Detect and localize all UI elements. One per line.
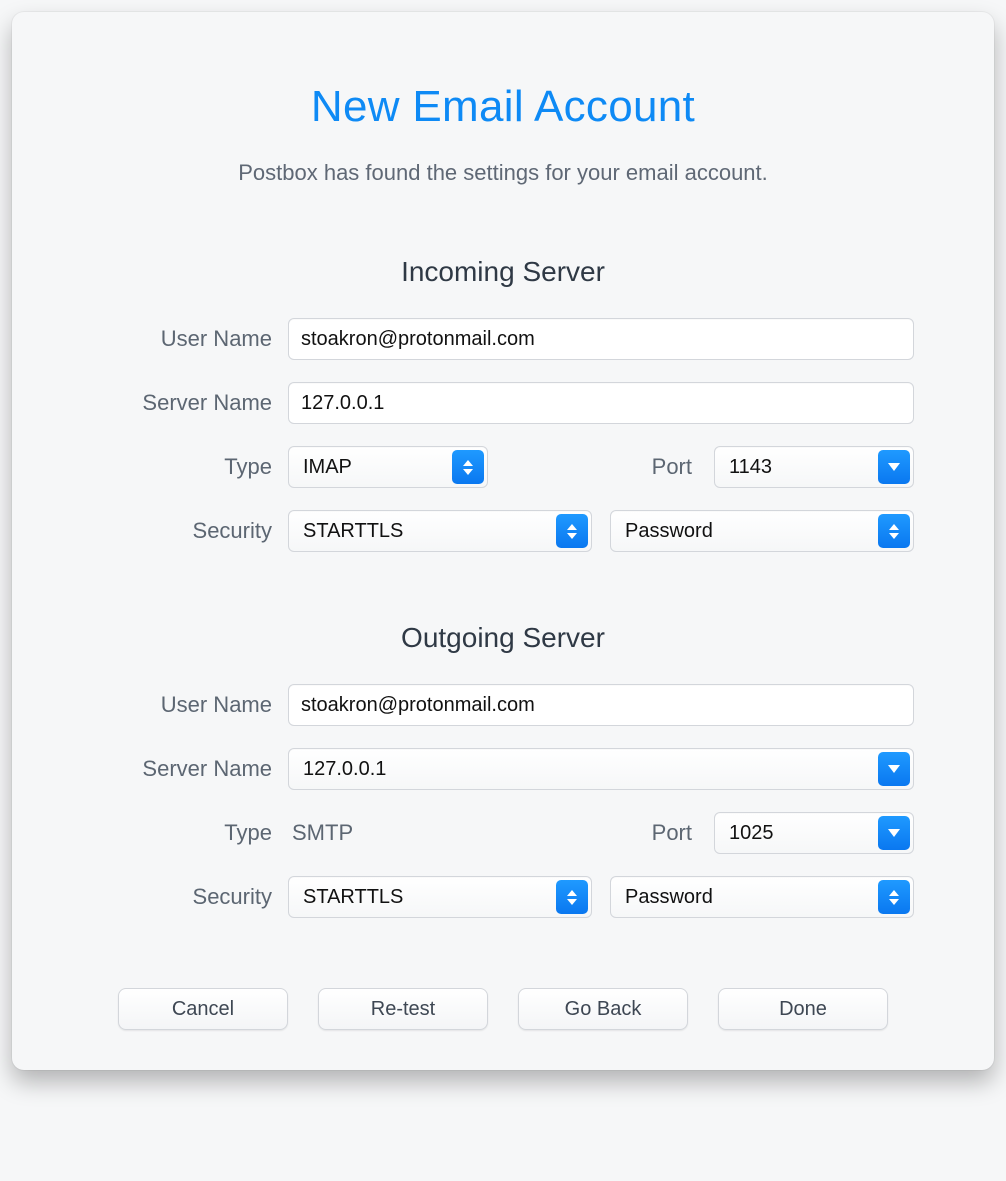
goback-button[interactable]: Go Back bbox=[518, 988, 688, 1030]
updown-icon bbox=[556, 514, 588, 548]
incoming-security-label: Security bbox=[92, 518, 272, 544]
incoming-auth-select[interactable]: Password bbox=[610, 510, 914, 552]
outgoing-username-label: User Name bbox=[92, 692, 272, 718]
chevron-down-icon bbox=[878, 450, 910, 484]
outgoing-port-label: Port bbox=[652, 820, 696, 846]
incoming-security-select[interactable]: STARTTLS bbox=[288, 510, 592, 552]
incoming-port-value: 1143 bbox=[729, 456, 772, 479]
outgoing-servername-value: 127.0.0.1 bbox=[303, 758, 386, 781]
incoming-servername-input[interactable] bbox=[288, 382, 914, 424]
incoming-type-value: IMAP bbox=[303, 456, 352, 479]
done-button[interactable]: Done bbox=[718, 988, 888, 1030]
incoming-port-combo[interactable]: 1143 bbox=[714, 446, 914, 488]
outgoing-security-value: STARTTLS bbox=[303, 886, 403, 909]
incoming-security-value: STARTTLS bbox=[303, 520, 403, 543]
outgoing-port-combo[interactable]: 1025 bbox=[714, 812, 914, 854]
outgoing-security-select[interactable]: STARTTLS bbox=[288, 876, 592, 918]
chevron-down-icon bbox=[878, 816, 910, 850]
retest-button[interactable]: Re-test bbox=[318, 988, 488, 1030]
outgoing-security-label: Security bbox=[92, 884, 272, 910]
outgoing-auth-value: Password bbox=[625, 886, 713, 909]
incoming-auth-value: Password bbox=[625, 520, 713, 543]
outgoing-server-section: Outgoing Server User Name Server Name 12… bbox=[92, 622, 914, 918]
outgoing-type-label: Type bbox=[92, 820, 272, 846]
chevron-down-icon bbox=[878, 752, 910, 786]
incoming-username-input[interactable] bbox=[288, 318, 914, 360]
outgoing-servername-label: Server Name bbox=[92, 756, 272, 782]
outgoing-port-value: 1025 bbox=[729, 822, 774, 845]
outgoing-auth-select[interactable]: Password bbox=[610, 876, 914, 918]
updown-icon bbox=[556, 880, 588, 914]
updown-icon bbox=[878, 514, 910, 548]
outgoing-username-input[interactable] bbox=[288, 684, 914, 726]
dialog-subtitle: Postbox has found the settings for your … bbox=[92, 160, 914, 186]
button-bar: Cancel Re-test Go Back Done bbox=[92, 988, 914, 1030]
incoming-heading: Incoming Server bbox=[92, 256, 914, 288]
incoming-username-label: User Name bbox=[92, 326, 272, 352]
updown-icon bbox=[878, 880, 910, 914]
outgoing-heading: Outgoing Server bbox=[92, 622, 914, 654]
account-setup-window: New Email Account Postbox has found the … bbox=[12, 12, 994, 1070]
incoming-type-select[interactable]: IMAP bbox=[288, 446, 488, 488]
incoming-servername-label: Server Name bbox=[92, 390, 272, 416]
cancel-button[interactable]: Cancel bbox=[118, 988, 288, 1030]
incoming-type-label: Type bbox=[92, 454, 272, 480]
incoming-server-section: Incoming Server User Name Server Name Ty… bbox=[92, 256, 914, 552]
updown-icon bbox=[452, 450, 484, 484]
dialog-title: New Email Account bbox=[92, 82, 914, 132]
outgoing-type-value: SMTP bbox=[288, 820, 353, 846]
outgoing-servername-combo[interactable]: 127.0.0.1 bbox=[288, 748, 914, 790]
incoming-port-label: Port bbox=[652, 454, 696, 480]
